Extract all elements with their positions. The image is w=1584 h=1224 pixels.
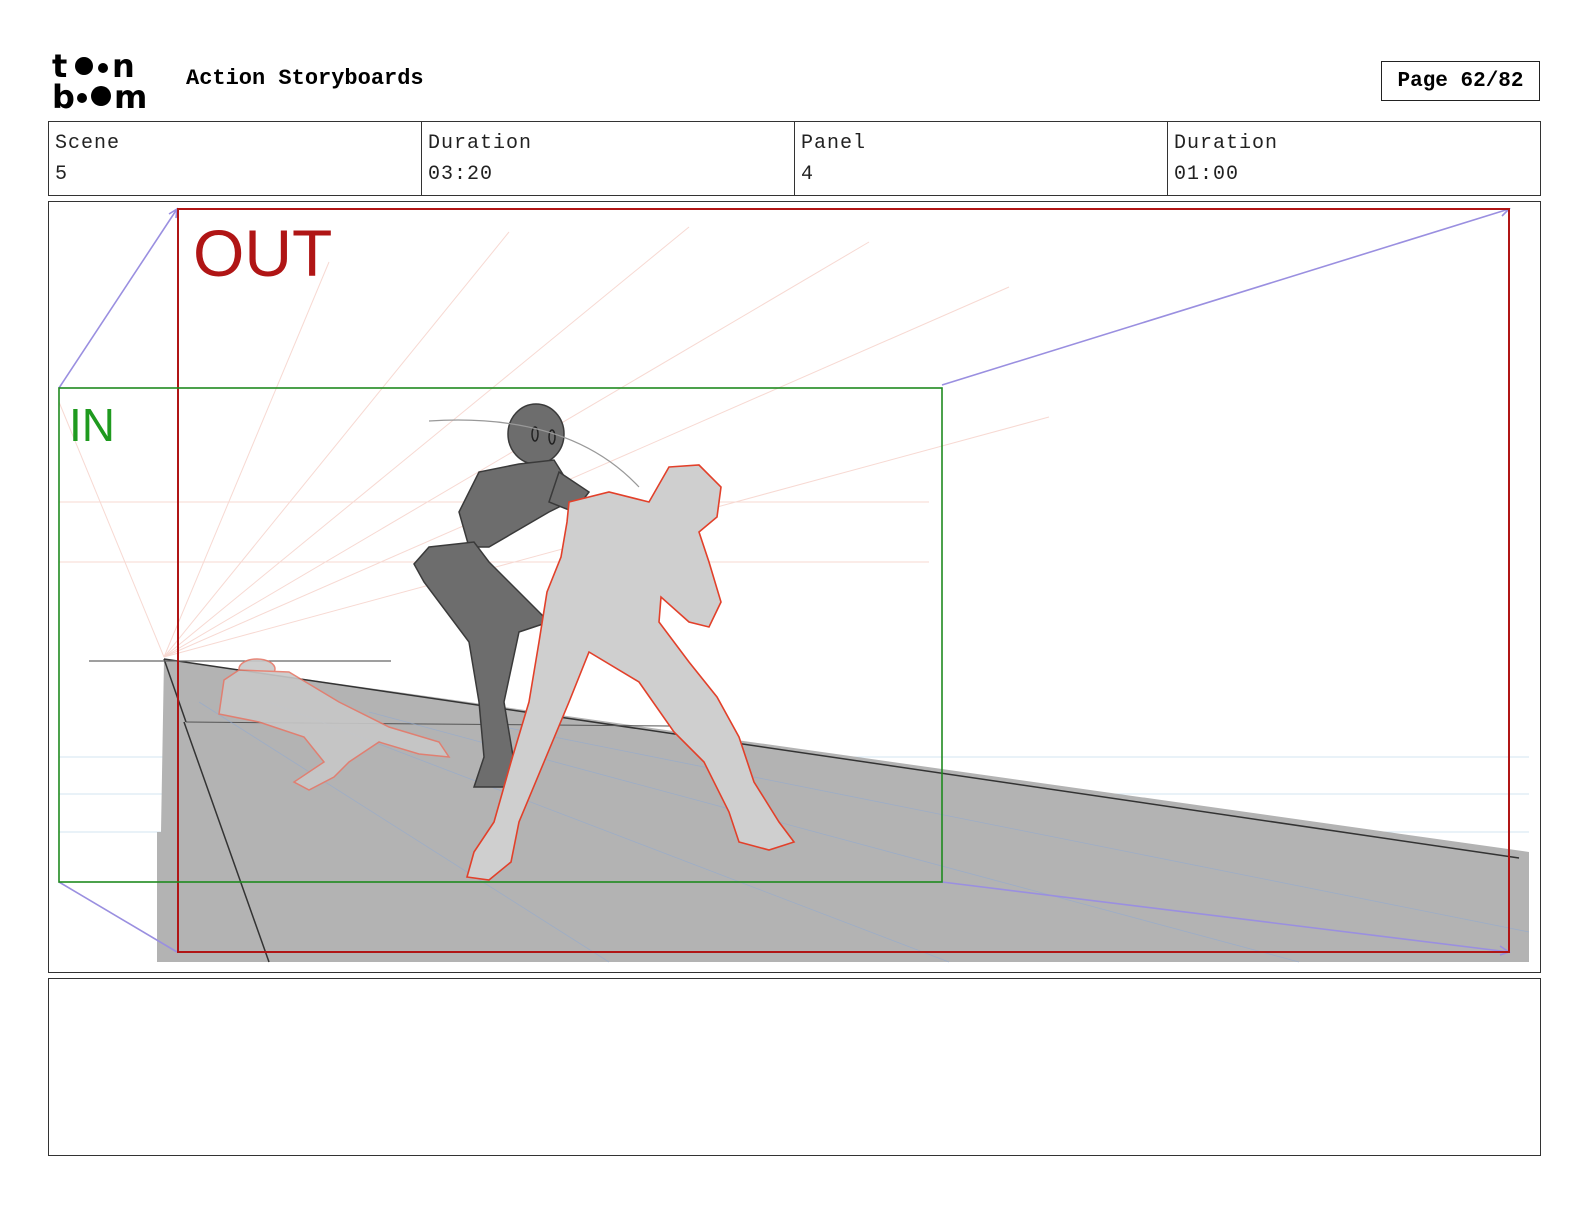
panel-duration-cell: Duration 01:00 [1168, 122, 1540, 195]
storyboard-drawing [58, 207, 1530, 963]
toon-boom-logo: t n b m [52, 47, 164, 116]
panel-value: 4 [801, 163, 815, 186]
floor-platform [157, 659, 1529, 962]
scene-label: Scene [55, 132, 121, 155]
panel-duration-label: Duration [1174, 132, 1279, 155]
panel-notes-box[interactable] [48, 978, 1541, 1156]
scene-value: 5 [55, 163, 69, 186]
in-frame-label: IN [69, 399, 115, 451]
panel-info-table: Scene 5 Duration 03:20 Panel 4 Duration … [48, 121, 1541, 196]
panel-duration-value: 01:00 [1174, 163, 1240, 186]
svg-text:m: m [114, 78, 147, 112]
scene-duration-value: 03:20 [428, 163, 494, 186]
scene-cell: Scene 5 [49, 122, 422, 195]
scene-duration-label: Duration [428, 132, 533, 155]
document-title: Action Storyboards [186, 66, 424, 91]
storyboard-panel: OUT IN [48, 201, 1541, 973]
out-frame-label: OUT [193, 216, 333, 290]
svg-text:b: b [52, 78, 75, 112]
panel-cell: Panel 4 [795, 122, 1168, 195]
page-indicator: Page 62/82 [1381, 61, 1540, 101]
scene-duration-cell: Duration 03:20 [422, 122, 795, 195]
panel-label: Panel [801, 132, 867, 155]
